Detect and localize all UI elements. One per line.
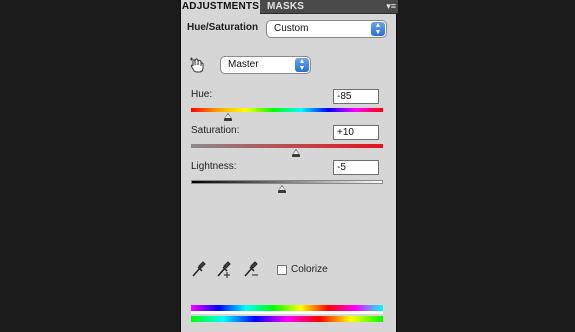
adjustment-type-label: Hue/Saturation [187,22,259,33]
dropdown-arrows-icon: ▲ ▼ [295,58,309,72]
saturation-slider-thumb-base [292,155,300,157]
lightness-slider-track[interactable] [191,180,383,184]
adjustments-panel: ADJUSTMENTS MASKS ▾≡ Hue/Saturation Cust… [180,0,398,332]
hue-input[interactable]: -85 [333,89,379,104]
preset-value: Custom [274,23,309,34]
panel-tab-bar: ADJUSTMENTS MASKS ▾≡ [181,0,398,14]
channel-value: Master [228,59,259,70]
hue-slider-thumb-base [224,119,232,121]
preset-dropdown[interactable]: Custom ▲ ▼ [266,20,387,38]
hue-label: Hue: [191,89,213,100]
hue-slider-track[interactable] [191,108,383,112]
eyedropper-plus-icon[interactable] [216,260,234,278]
channel-dropdown[interactable]: Master ▲ ▼ [220,56,311,74]
saturation-slider-track[interactable] [191,144,383,148]
lightness-input[interactable]: -5 [333,160,379,175]
panel-menu-icon[interactable]: ▾≡ [380,1,396,12]
lightness-slider-thumb-base [278,191,286,193]
output-color-bar [191,316,383,322]
colorize-checkbox[interactable] [277,265,287,275]
tab-adjustments[interactable]: ADJUSTMENTS [181,0,260,14]
color-bar-separator [191,311,383,314]
tab-masks[interactable]: MASKS [267,0,304,14]
dropdown-arrows-icon: ▲ ▼ [371,22,385,36]
eyedropper-minus-icon[interactable] [243,260,261,278]
colorize-label: Colorize [291,264,328,275]
lightness-label: Lightness: [191,161,237,172]
saturation-label: Saturation: [191,125,240,136]
hand-adjust-icon[interactable] [189,57,206,73]
eyedropper-icon[interactable] [191,260,207,278]
saturation-input[interactable]: +10 [333,125,379,140]
